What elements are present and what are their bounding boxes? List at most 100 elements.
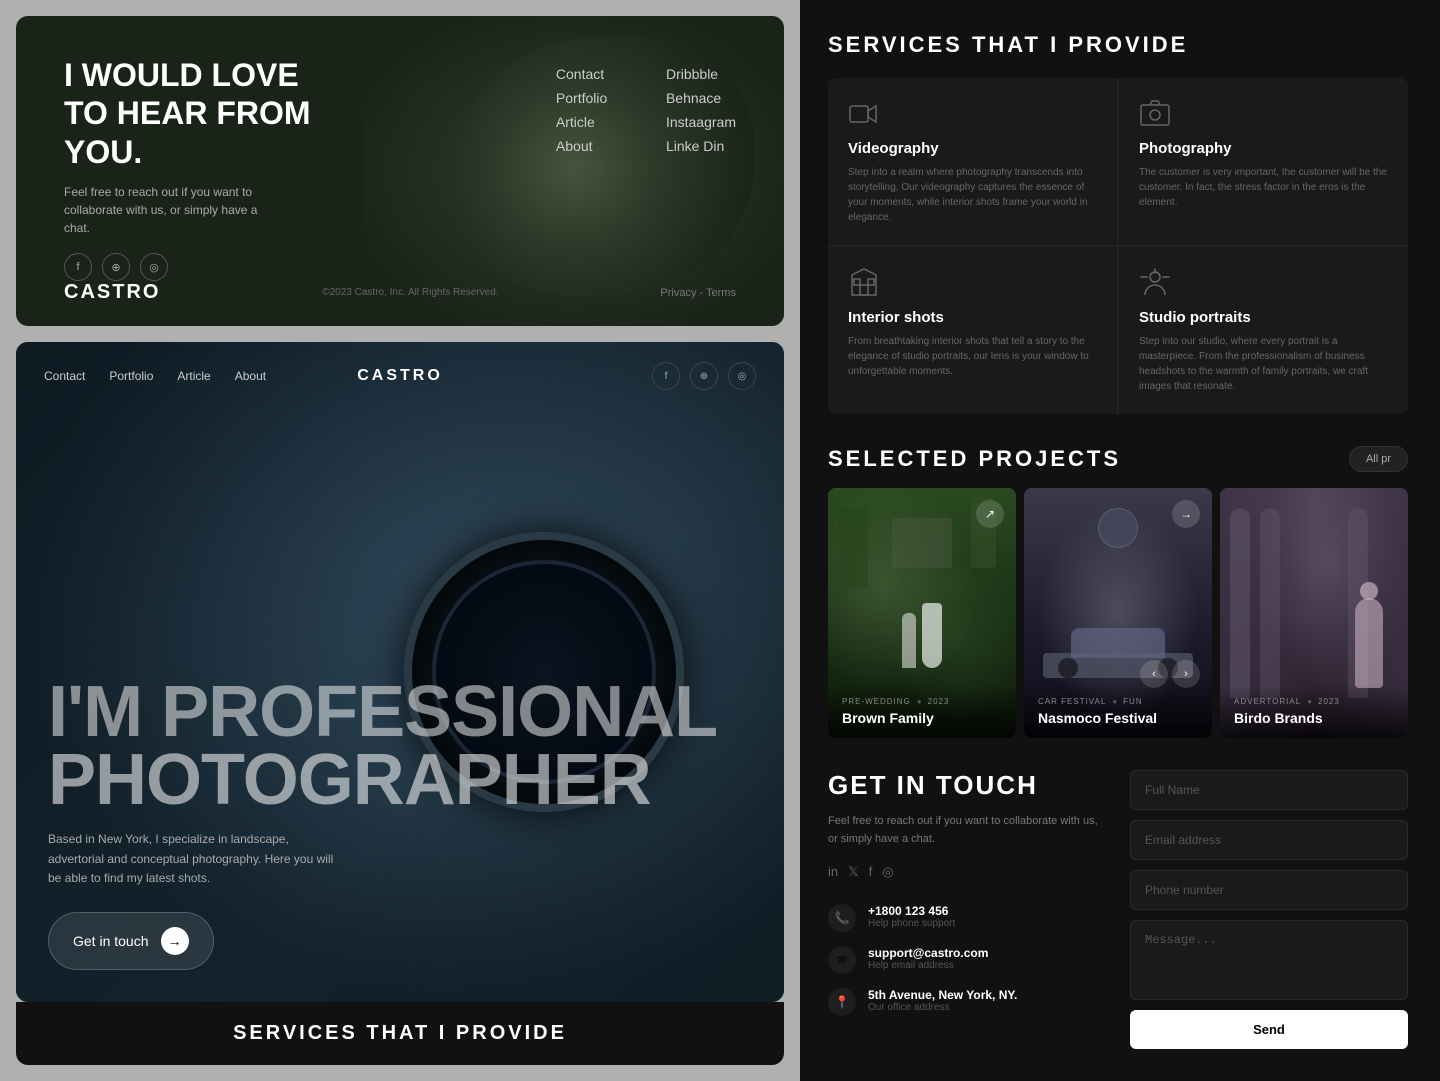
- service-studio[interactable]: Studio portraits Step into our studio, w…: [1119, 247, 1408, 414]
- project3-dot: ●: [1307, 697, 1312, 706]
- phone-sublabel: Help phone support: [868, 918, 955, 929]
- project-brown-family[interactable]: ↗ PRE-WEDDING ● 2023 Brown Family: [828, 488, 1016, 738]
- contact-subtext: Feel free to reach out if you want to co…: [828, 813, 1106, 848]
- top-card: I WOULD LOVE TO HEAR FROM YOU. Feel free…: [16, 16, 784, 326]
- contact-address-text: 5th Avenue, New York, NY. Our office add…: [868, 988, 1017, 1013]
- project1-tag1: PRE-WEDDING: [842, 697, 911, 706]
- nav-linkedin[interactable]: Linke Din: [666, 138, 736, 154]
- service-studio-desc: Step into our studio, where every portra…: [1139, 334, 1388, 394]
- contact-info-items: 📞 +1800 123 456 Help phone support ✉ sup…: [828, 904, 1106, 1016]
- service-interior-name: Interior shots: [848, 309, 1097, 326]
- send-button[interactable]: Send: [1130, 1010, 1408, 1049]
- bottom-nav-about[interactable]: About: [235, 369, 266, 383]
- address-label: 5th Avenue, New York, NY.: [868, 988, 1017, 1002]
- phone-input[interactable]: [1130, 870, 1408, 910]
- service-interior[interactable]: Interior shots From breathtaking interio…: [828, 247, 1117, 414]
- services-section-preview: SERVICES THAT I PROVIDE: [16, 1002, 784, 1065]
- email-input[interactable]: [1130, 820, 1408, 860]
- contact-email-item: ✉ support@castro.com Help email address: [828, 946, 1106, 974]
- hero-subtitle: Based in New York, I specialize in lands…: [48, 830, 348, 888]
- bottom-nav-contact[interactable]: Contact: [44, 369, 85, 383]
- all-projects-button[interactable]: All pr: [1349, 446, 1408, 472]
- photography-icon: [1139, 98, 1171, 130]
- nav-instaagram[interactable]: Instaagram: [666, 114, 736, 130]
- portfolio-hero-card: Contact Portfolio Article About CASTRO f…: [16, 342, 784, 1002]
- cta-arrow-icon: →: [161, 927, 189, 955]
- nav-contact[interactable]: Contact: [556, 66, 626, 82]
- project1-info: PRE-WEDDING ● 2023 Brown Family: [828, 685, 1016, 738]
- project1-name: Brown Family: [842, 710, 1002, 726]
- bottom-dribbble-icon[interactable]: ⊕: [690, 362, 718, 390]
- service-videography[interactable]: Videography Step into a realm where phot…: [828, 78, 1117, 245]
- top-card-footer: CASTRO ©2023 Castro, Inc. All Rights Res…: [64, 281, 736, 304]
- email-label: support@castro.com: [868, 946, 988, 960]
- contact-section: GET IN TOUCH Feel free to reach out if y…: [828, 770, 1408, 1049]
- project2-name: Nasmoco Festival: [1038, 710, 1198, 726]
- contact-title: GET IN TOUCH: [828, 770, 1106, 801]
- services-section: SERVICES THAT I PROVIDE Videography Step…: [828, 32, 1408, 414]
- services-title: SERVICES THAT I PROVIDE: [828, 32, 1408, 58]
- projects-section: SELECTED PROJECTS All pr: [828, 446, 1408, 738]
- project2-prev-btn[interactable]: ‹: [1140, 660, 1168, 688]
- project2-arrow-icon[interactable]: →: [1172, 500, 1200, 528]
- copyright-text: ©2023 Castro, Inc. All Rights Reserved.: [322, 287, 498, 298]
- services-section-title: SERVICES THAT I PROVIDE: [36, 1022, 764, 1045]
- project3-tags: ADVERTORIAL ● 2023: [1234, 697, 1394, 706]
- contact-form: Send: [1130, 770, 1408, 1049]
- bottom-nav-article[interactable]: Article: [177, 369, 210, 383]
- cta-label: Get in touch: [73, 933, 149, 949]
- contact-social-icons: in 𝕏 f ◎: [828, 864, 1106, 880]
- projects-header: SELECTED PROJECTS All pr: [828, 446, 1408, 472]
- project1-expand-icon[interactable]: ↗: [976, 500, 1004, 528]
- top-nav: Contact Dribbble Portfolio Behnace Artic…: [556, 66, 736, 154]
- project2-nav: ‹ ›: [1140, 660, 1200, 688]
- hero-title: I'M PROFESSIONAL PHOTOGRAPHER: [48, 678, 728, 815]
- projects-grid: ↗ PRE-WEDDING ● 2023 Brown Family: [828, 488, 1408, 738]
- contact-phone-text: +1800 123 456 Help phone support: [868, 904, 955, 929]
- top-card-subtext: Feel free to reach out if you want to co…: [64, 183, 284, 237]
- nav-article[interactable]: Article: [556, 114, 626, 130]
- full-name-input[interactable]: [1130, 770, 1408, 810]
- service-studio-name: Studio portraits: [1139, 309, 1388, 326]
- facebook-icon[interactable]: f: [64, 253, 92, 281]
- message-textarea[interactable]: [1130, 920, 1408, 1000]
- phone-label: +1800 123 456: [868, 904, 955, 918]
- services-grid: Videography Step into a realm where phot…: [828, 78, 1408, 414]
- contact-facebook-icon[interactable]: f: [869, 864, 873, 880]
- project-nasmoco[interactable]: → ‹ › CAR FESTIVAL ● FUN Nasmoco Festiva…: [1024, 488, 1212, 738]
- bottom-nav-links: Contact Portfolio Article About: [44, 369, 266, 383]
- bottom-facebook-icon[interactable]: f: [652, 362, 680, 390]
- service-photography[interactable]: Photography The customer is very importa…: [1119, 78, 1408, 245]
- projects-title: SELECTED PROJECTS: [828, 446, 1121, 472]
- dribbble-icon[interactable]: ⊕: [102, 253, 130, 281]
- phone-icon: 📞: [828, 904, 856, 932]
- contact-twitter-icon[interactable]: 𝕏: [848, 864, 858, 880]
- project-birdo[interactable]: ADVERTORIAL ● 2023 Birdo Brands: [1220, 488, 1408, 738]
- interior-icon: [848, 267, 880, 299]
- service-videography-desc: Step into a realm where photography tran…: [848, 165, 1097, 225]
- nav-portfolio[interactable]: Portfolio: [556, 90, 626, 106]
- contact-instagram-icon[interactable]: ◎: [882, 864, 893, 880]
- instagram-icon[interactable]: ◎: [140, 253, 168, 281]
- top-card-headline: I WOULD LOVE TO HEAR FROM YOU.: [64, 56, 344, 171]
- contact-linkedin-icon[interactable]: in: [828, 864, 838, 880]
- videography-icon: [848, 98, 880, 130]
- bottom-brand: CASTRO: [357, 367, 443, 385]
- nav-dribbble[interactable]: Dribbble: [666, 66, 736, 82]
- service-photography-name: Photography: [1139, 140, 1388, 157]
- nav-behnace[interactable]: Behnace: [666, 90, 736, 106]
- bottom-nav-portfolio[interactable]: Portfolio: [109, 369, 153, 383]
- contact-address-item: 📍 5th Avenue, New York, NY. Our office a…: [828, 988, 1106, 1016]
- brand-logo: CASTRO: [64, 281, 160, 304]
- nav-about[interactable]: About: [556, 138, 626, 154]
- get-in-touch-button[interactable]: Get in touch →: [48, 912, 214, 970]
- email-icon: ✉: [828, 946, 856, 974]
- project1-tags: PRE-WEDDING ● 2023: [842, 697, 1002, 706]
- project3-info: ADVERTORIAL ● 2023 Birdo Brands: [1220, 685, 1408, 738]
- bottom-instagram-icon[interactable]: ◎: [728, 362, 756, 390]
- project1-dot: ●: [917, 697, 922, 706]
- project2-next-btn[interactable]: ›: [1172, 660, 1200, 688]
- project2-tag1: CAR FESTIVAL: [1038, 697, 1106, 706]
- project3-tag2: 2023: [1318, 697, 1340, 706]
- project2-tags: CAR FESTIVAL ● FUN: [1038, 697, 1198, 706]
